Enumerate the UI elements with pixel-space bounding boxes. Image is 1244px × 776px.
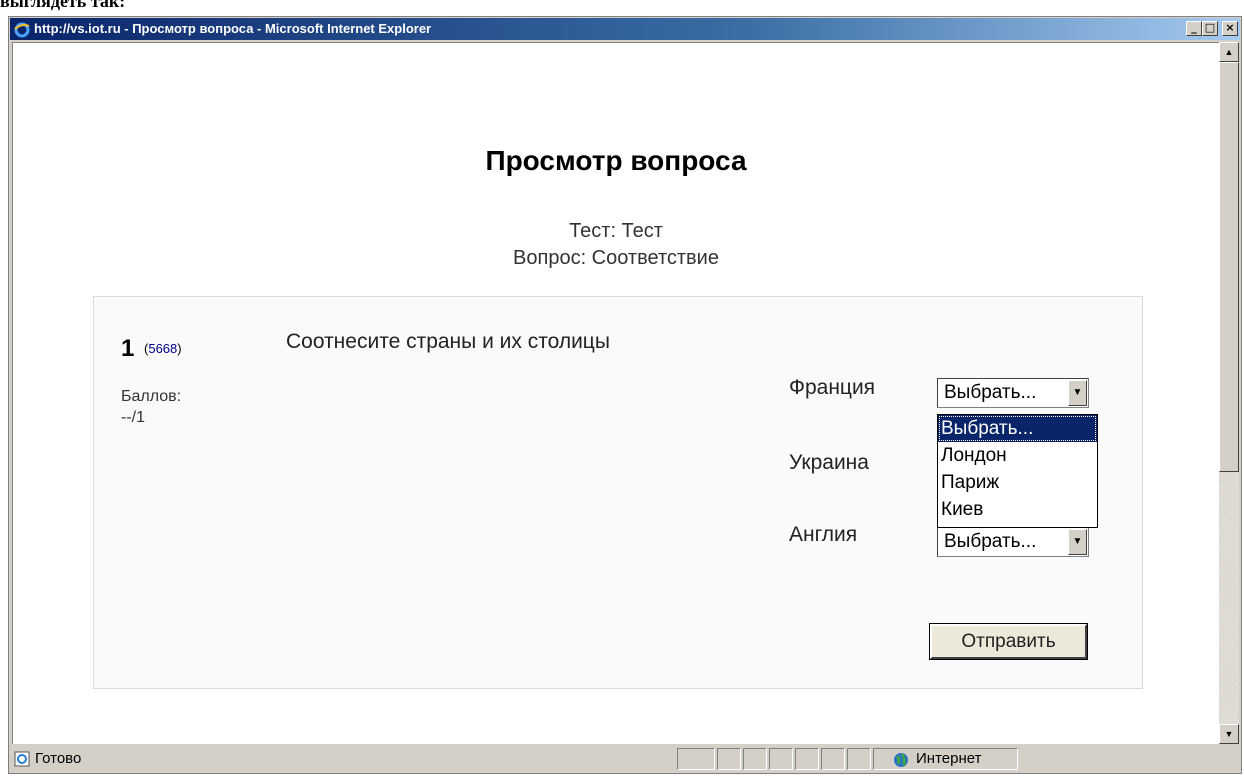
country-label-france: Франция (789, 376, 876, 399)
dropdown-option-paris[interactable]: Париж (938, 469, 1097, 496)
zone-text: Интернет (916, 750, 982, 767)
vertical-scrollbar[interactable]: ▲ ▼ (1219, 42, 1239, 744)
select-england[interactable]: Выбрать... ▼ (937, 527, 1089, 557)
chevron-down-icon[interactable]: ▼ (1068, 529, 1087, 555)
status-panel (769, 748, 793, 770)
status-panel (821, 748, 845, 770)
question-box: 1 (5668) Баллов: --/1 Соотнесите страны … (93, 296, 1143, 689)
minimize-button[interactable]: _ (1186, 21, 1202, 36)
globe-icon (894, 753, 908, 767)
question-text: Соотнесите страны и их столицы (286, 330, 610, 353)
status-text: Готово (35, 750, 82, 767)
scroll-up-button[interactable]: ▲ (1219, 42, 1239, 62)
dropdown-option-kiev[interactable]: Киев (938, 496, 1097, 523)
select-france-value: Выбрать... (944, 382, 1037, 403)
country-label-england: Англия (789, 523, 858, 546)
ie-icon (14, 22, 30, 38)
select-england-value: Выбрать... (944, 531, 1037, 552)
page-top-cropped-text: выглядеть так: (0, 0, 126, 11)
country-label-ukraine: Украина (789, 451, 869, 474)
maximize-button[interactable]: □ (1202, 21, 1218, 36)
page-icon (14, 751, 30, 767)
scroll-down-button[interactable]: ▼ (1219, 724, 1239, 744)
question-number: 1 (121, 335, 135, 362)
dropdown-option-choose[interactable]: Выбрать... (938, 415, 1097, 442)
page-content: Просмотр вопроса Тест: Тест Вопрос: Соот… (12, 42, 1219, 744)
score-label: Баллов: (121, 388, 182, 405)
browser-window: http://vs.iot.ru - Просмотр вопроса - Mi… (8, 16, 1242, 774)
status-panel (847, 748, 871, 770)
status-panel (743, 748, 767, 770)
status-panel (795, 748, 819, 770)
submit-button[interactable]: Отправить (929, 623, 1088, 660)
question-id: (5668) (144, 341, 182, 356)
question-line: Вопрос: Соответствие (513, 247, 719, 269)
page-title: Просмотр вопроса (485, 145, 747, 176)
score-value: --/1 (121, 409, 145, 426)
select-france[interactable]: Выбрать... ▼ (937, 378, 1089, 408)
question-id-link[interactable]: 5668 (148, 341, 177, 356)
test-line: Тест: Тест (569, 220, 663, 242)
chevron-down-icon[interactable]: ▼ (1068, 380, 1087, 406)
status-panel (717, 748, 741, 770)
dropdown-list[interactable]: Выбрать... Лондон Париж Киев (937, 414, 1098, 528)
scroll-thumb[interactable] (1219, 62, 1239, 472)
close-button[interactable]: × (1222, 21, 1238, 36)
dropdown-option-london[interactable]: Лондон (938, 442, 1097, 469)
status-panel (677, 748, 715, 770)
window-title: http://vs.iot.ru - Просмотр вопроса - Mi… (34, 21, 432, 36)
title-bar[interactable]: http://vs.iot.ru - Просмотр вопроса - Mi… (10, 18, 1240, 40)
status-bar: Готово Интернет (10, 746, 1240, 772)
